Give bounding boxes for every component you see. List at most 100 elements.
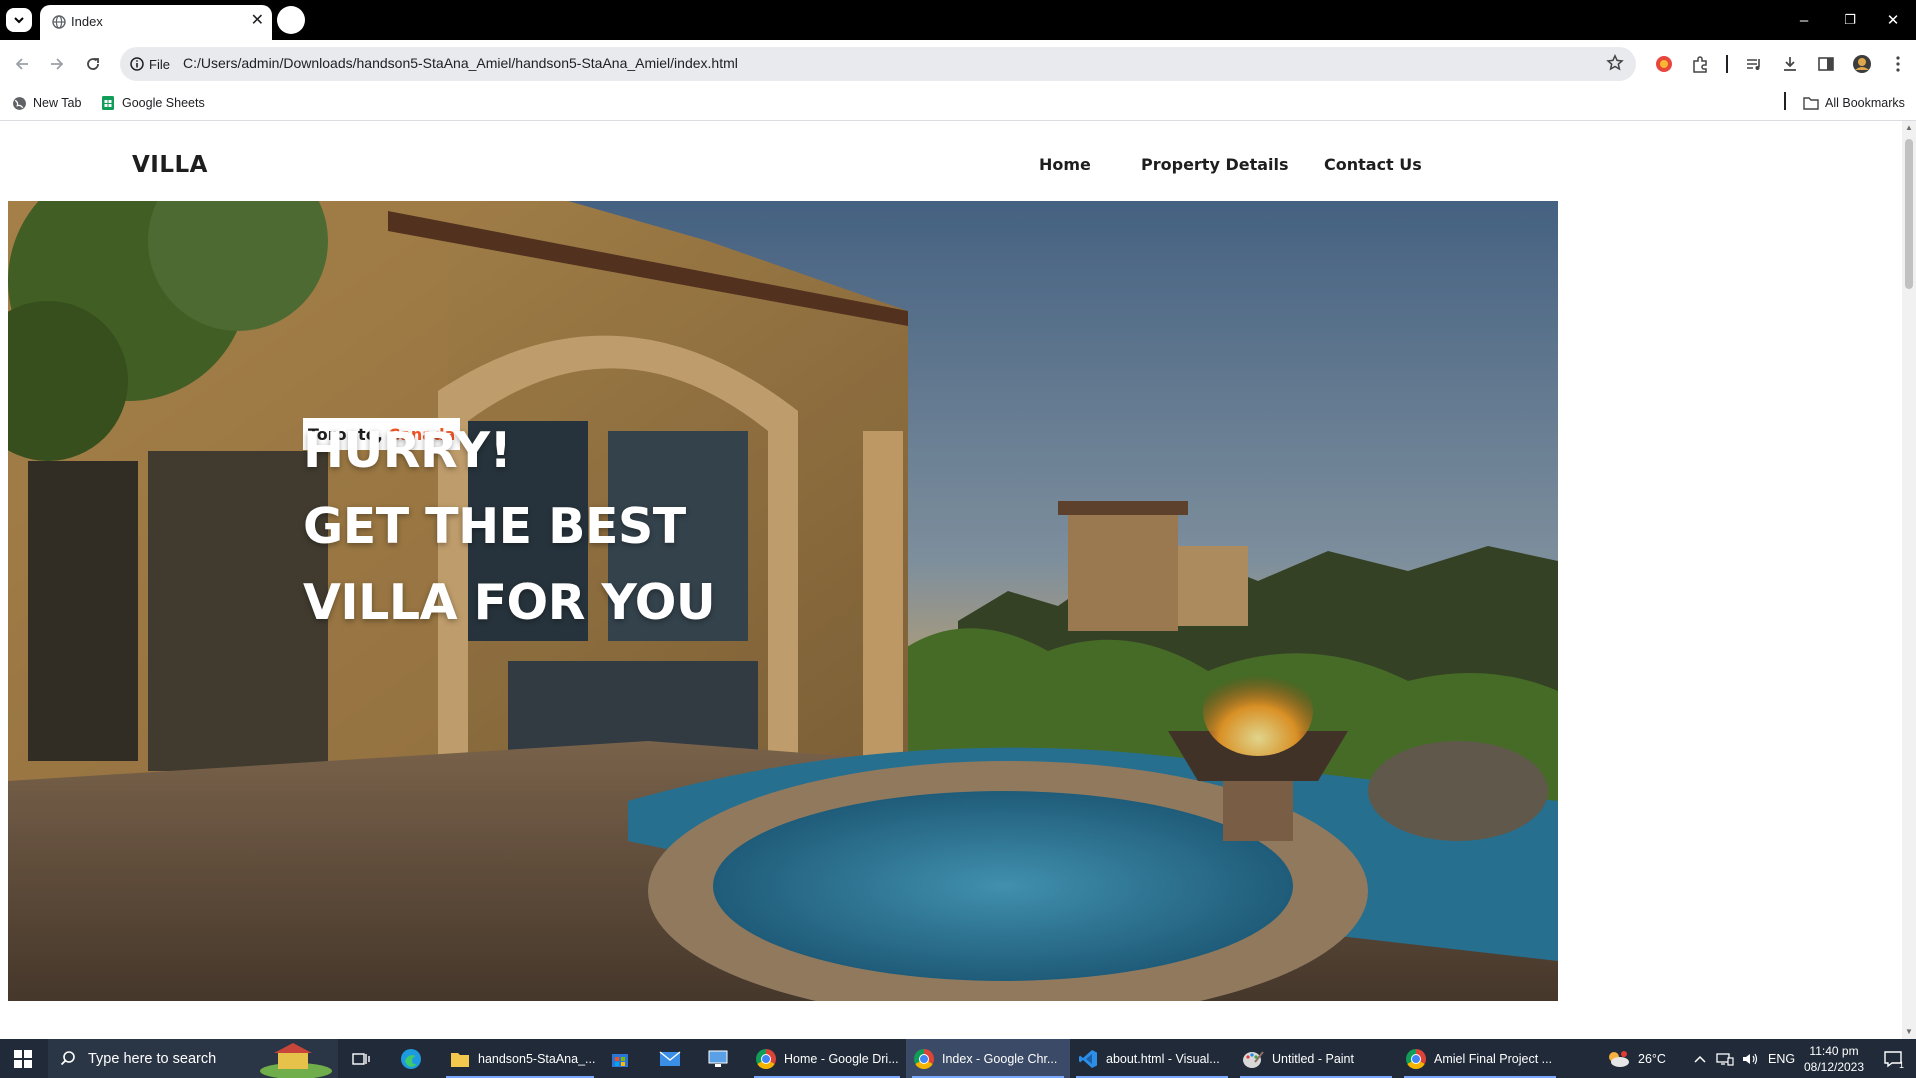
taskbar-app-chrome-index[interactable]: Index - Google Chr... xyxy=(906,1039,1070,1078)
menu-button[interactable] xyxy=(1884,50,1912,78)
folder-icon xyxy=(451,1052,469,1067)
all-bookmarks-button[interactable]: All Bookmarks xyxy=(1803,92,1905,114)
notification-center[interactable]: 1 xyxy=(1876,1039,1910,1078)
back-button[interactable] xyxy=(8,50,36,78)
forward-button[interactable] xyxy=(43,50,71,78)
media-button[interactable] xyxy=(1740,50,1768,78)
taskbar-app-chrome-drive[interactable]: Home - Google Dri... xyxy=(748,1039,906,1078)
search-highlight-icon xyxy=(260,1043,332,1078)
network-icon xyxy=(1716,1052,1734,1066)
taskbar-app-paint[interactable]: Untitled - Paint xyxy=(1234,1039,1398,1078)
app-label: Home - Google Dri... xyxy=(784,1051,899,1066)
site-logo[interactable]: VILLA xyxy=(132,152,208,178)
new-tab-button[interactable] xyxy=(277,6,305,34)
bookmark-label: New Tab xyxy=(33,96,82,110)
bookmark-new-tab[interactable]: New Tab xyxy=(12,92,81,114)
mail-icon xyxy=(659,1050,681,1066)
avatar-icon xyxy=(1853,55,1871,73)
chrome-icon xyxy=(914,1048,934,1069)
scroll-down-arrow[interactable]: ▼ xyxy=(1905,1028,1913,1036)
chrome-icon xyxy=(756,1048,776,1069)
search-placeholder: Type here to search xyxy=(88,1050,217,1067)
reload-button[interactable] xyxy=(79,50,107,78)
site-info-chip[interactable]: File xyxy=(130,55,170,73)
info-icon xyxy=(130,57,144,71)
sheets-icon xyxy=(102,96,114,110)
arrow-right-icon xyxy=(51,58,64,70)
notification-count: 1 xyxy=(1898,1060,1904,1070)
chevron-up-icon xyxy=(1694,1055,1706,1063)
scroll-up-arrow[interactable]: ▲ xyxy=(1905,124,1913,132)
task-view-icon xyxy=(352,1052,370,1065)
address-bar[interactable]: File C:/Users/admin/Downloads/handson5-S… xyxy=(120,47,1636,81)
hero-banner: Toronto, Canada HURRY! GET THE BEST VILL… xyxy=(8,201,1558,1001)
paint-icon xyxy=(1243,1050,1264,1068)
taskbar-app-vscode[interactable]: about.html - Visual... xyxy=(1070,1039,1234,1078)
arrow-left-icon xyxy=(15,58,28,70)
close-window-button[interactable]: ✕ xyxy=(1870,7,1916,33)
minimize-button[interactable]: – xyxy=(1781,7,1827,33)
store-icon xyxy=(612,1053,628,1067)
side-panel-icon xyxy=(1818,57,1834,71)
villa-pool-photo xyxy=(8,201,1558,1001)
weather-cloud-icon xyxy=(1609,1050,1629,1067)
edge-app[interactable] xyxy=(392,1039,430,1078)
extension-badge-icon xyxy=(1656,56,1672,72)
folder-icon xyxy=(1803,97,1819,110)
globe-icon xyxy=(52,15,66,29)
browser-tab[interactable]: Index ✕ xyxy=(40,5,272,40)
extensions-button[interactable] xyxy=(1686,50,1714,78)
scheme-label: File xyxy=(149,56,170,72)
all-bookmarks-label: All Bookmarks xyxy=(1825,96,1905,110)
edge-icon xyxy=(401,1048,421,1069)
app-label: about.html - Visual... xyxy=(1106,1051,1220,1066)
restore-button[interactable]: ❐ xyxy=(1827,7,1873,33)
taskbar-search[interactable]: Type here to search xyxy=(48,1039,338,1078)
taskbar-app-chrome-project[interactable]: Amiel Final Project ... xyxy=(1398,1039,1562,1078)
nav-contact-us[interactable]: Contact Us xyxy=(1324,155,1422,174)
clock-date: 08/12/2023 xyxy=(1803,1059,1865,1074)
globe-icon xyxy=(13,96,26,110)
remote-desktop-icon xyxy=(708,1050,728,1067)
tab-title: Index xyxy=(71,14,103,29)
store-app[interactable] xyxy=(600,1039,640,1078)
reload-icon xyxy=(87,58,99,70)
bookmarks-bar xyxy=(0,86,1916,121)
volume-button[interactable] xyxy=(1742,1039,1760,1078)
extension-icon[interactable] xyxy=(1650,50,1678,78)
page-scrollbar[interactable]: ▲ ▼ xyxy=(1902,121,1916,1039)
tab-search-button[interactable] xyxy=(6,8,32,32)
app-label: Untitled - Paint xyxy=(1272,1051,1354,1066)
nav-home[interactable]: Home xyxy=(1039,155,1091,174)
task-view-button[interactable] xyxy=(344,1039,378,1078)
profile-button[interactable] xyxy=(1848,50,1876,78)
scroll-thumb[interactable] xyxy=(1905,139,1913,289)
bookmark-star-icon[interactable] xyxy=(1606,54,1624,72)
taskbar-app-explorer[interactable]: handson5-StaAna_... xyxy=(440,1039,600,1078)
web-page: VILLA Home Property Details Contact Us T… xyxy=(0,121,1902,1039)
hero-headline-line-3: VILLA FOR YOU xyxy=(303,574,716,631)
tab-close-icon[interactable]: ✕ xyxy=(251,10,264,30)
bookmark-google-sheets[interactable]: Google Sheets xyxy=(100,92,205,114)
side-panel-button[interactable] xyxy=(1812,50,1840,78)
queue-music-icon xyxy=(1747,59,1760,70)
weather-widget[interactable]: 26°C xyxy=(1606,1039,1666,1078)
clock[interactable]: 11:40 pm 08/12/2023 xyxy=(1802,1039,1866,1078)
show-hidden-icons[interactable] xyxy=(1694,1039,1706,1078)
network-button[interactable] xyxy=(1716,1039,1734,1078)
app-label: Index - Google Chr... xyxy=(942,1051,1058,1066)
remote-app[interactable] xyxy=(698,1039,738,1078)
kebab-menu-icon xyxy=(1896,56,1900,72)
hero-headline-line-2: GET THE BEST xyxy=(303,498,686,555)
start-button[interactable] xyxy=(0,1039,46,1078)
speaker-icon xyxy=(1743,1053,1758,1064)
mail-app[interactable] xyxy=(650,1039,690,1078)
bookmark-label: Google Sheets xyxy=(122,96,205,110)
chrome-icon xyxy=(1406,1048,1426,1069)
url-text[interactable]: C:/Users/admin/Downloads/handson5-StaAna… xyxy=(183,55,738,71)
language-indicator[interactable]: ENG xyxy=(1768,1039,1795,1078)
search-icon xyxy=(60,1051,75,1066)
downloads-button[interactable] xyxy=(1776,50,1804,78)
nav-property-details[interactable]: Property Details xyxy=(1141,155,1289,174)
weather-temp: 26°C xyxy=(1638,1051,1666,1066)
